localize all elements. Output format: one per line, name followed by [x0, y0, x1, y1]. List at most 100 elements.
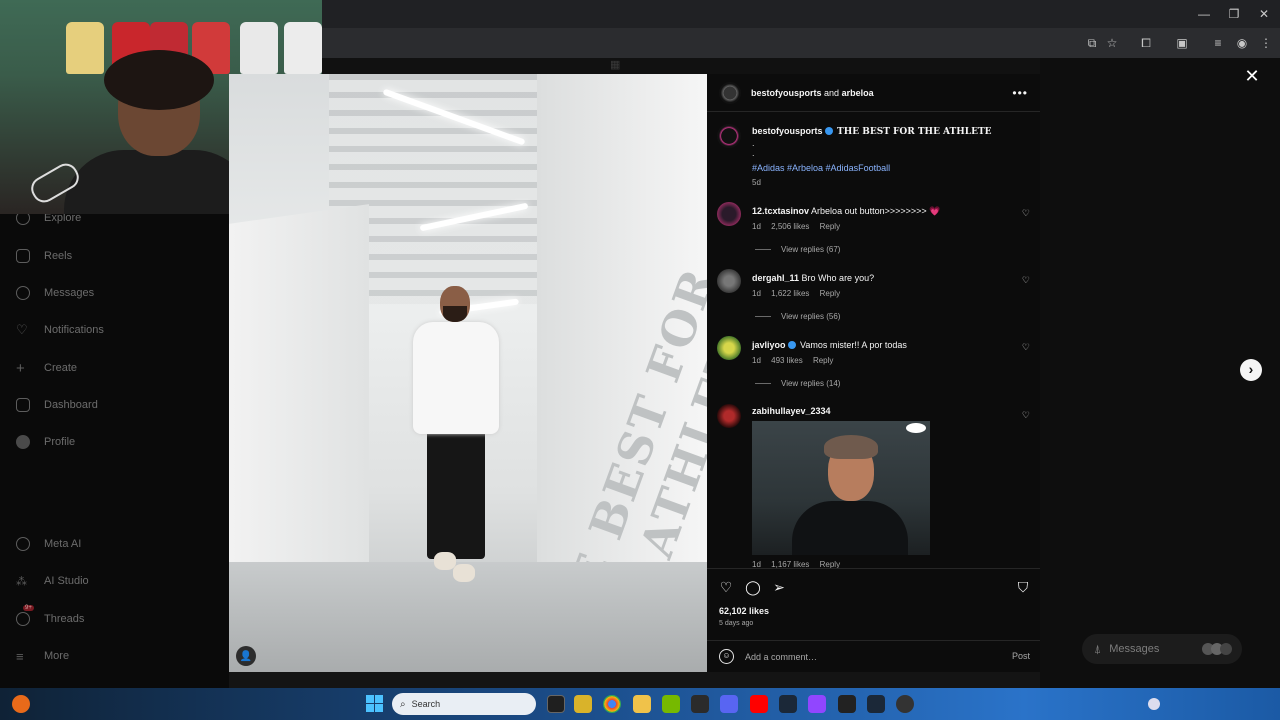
ai-studio-icon: ⁂ — [16, 575, 27, 588]
close-modal-icon[interactable]: ✕ — [1243, 67, 1261, 85]
modal-backdrop-top[interactable]: ▦ — [322, 58, 1040, 74]
next-post-chevron-icon[interactable]: › — [1240, 359, 1262, 381]
gif-person-jacket — [792, 501, 908, 555]
commenter-username[interactable]: 12.tcxtasinov — [752, 206, 809, 216]
like-icon[interactable]: ♡ — [718, 579, 734, 595]
notification-app-icon[interactable] — [12, 695, 30, 713]
nvidia-icon[interactable] — [662, 695, 680, 713]
windows-start-icon[interactable] — [366, 695, 383, 712]
view-replies-label: View replies (56) — [781, 312, 841, 321]
app-icon[interactable] — [808, 695, 826, 713]
epic-games-icon[interactable] — [691, 695, 709, 713]
restore-icon[interactable]: ❐ — [1226, 6, 1242, 22]
comment-icon[interactable]: ◯ — [745, 579, 761, 595]
task-view-icon[interactable] — [547, 695, 565, 713]
caption-dot: . — [752, 138, 755, 148]
close-window-icon[interactable]: ✕ — [1256, 6, 1272, 22]
jersey-decoration — [240, 22, 278, 74]
reply-button[interactable]: Reply — [820, 289, 840, 298]
comments-list[interactable]: bestofyousports THE BEST FOR THE ATHLETE… — [707, 114, 1040, 568]
reply-button[interactable]: Reply — [813, 356, 833, 365]
cloud-icon[interactable] — [1148, 698, 1160, 710]
commenter-username[interactable]: zabihullayev_2334 — [752, 406, 831, 416]
more-options-icon[interactable]: ••• — [1012, 86, 1028, 100]
sidebar-item-label: More — [44, 650, 70, 662]
like-comment-icon[interactable]: ♡ — [1022, 275, 1030, 286]
install-app-icon[interactable]: ⧉ — [1084, 35, 1100, 51]
app-icon[interactable] — [574, 695, 592, 713]
view-replies-button[interactable]: View replies (14) — [755, 379, 840, 388]
author-avatar[interactable] — [719, 82, 741, 104]
caption-username[interactable]: bestofyousports — [752, 126, 823, 136]
sidebar-item-create[interactable]: + Create — [16, 358, 77, 378]
reply-button[interactable]: Reply — [820, 560, 840, 568]
caption-hashtags[interactable]: #Adidas #Arbeloa #AdidasFootball — [752, 163, 890, 173]
author-username[interactable]: bestofyousports — [751, 88, 822, 98]
sidebar-item-profile[interactable]: Profile — [16, 432, 75, 452]
view-replies-button[interactable]: View replies (56) — [755, 312, 840, 321]
sidebar-item-meta-ai[interactable]: Meta AI — [16, 534, 81, 554]
save-bookmark-icon[interactable]: ⛉ — [1015, 579, 1031, 595]
commenter-avatar[interactable] — [717, 404, 741, 428]
chrome-icon[interactable] — [603, 695, 621, 713]
extensions-icon[interactable]: ⧠ — [1138, 35, 1154, 51]
likes-count[interactable]: 62,102 likes — [719, 606, 769, 616]
minimize-icon[interactable]: — — [1196, 6, 1212, 22]
sidebar-item-notifications[interactable]: ♡ Notifications — [16, 320, 104, 340]
post-photo[interactable]: THE BEST FOR THE ATHLETE 👤 — [229, 74, 707, 672]
player-pants — [427, 429, 485, 559]
view-replies-button[interactable]: View replies (67) — [755, 245, 840, 254]
like-comment-icon[interactable]: ♡ — [1022, 410, 1030, 421]
grid-icon: ▦ — [610, 59, 621, 71]
modal-backdrop-bottom[interactable] — [229, 672, 1040, 688]
app-icon[interactable] — [867, 695, 885, 713]
comment-meta: 1d 493 likes Reply — [752, 356, 841, 365]
steam-icon[interactable] — [779, 695, 797, 713]
side-panel-icon[interactable]: ▣ — [1174, 35, 1190, 51]
app-icon[interactable] — [896, 695, 914, 713]
sidebar-item-threads[interactable]: 9+ Threads — [16, 605, 84, 629]
file-explorer-icon[interactable] — [633, 695, 651, 713]
sidebar-item-messages[interactable]: Messages — [16, 283, 94, 303]
profile-icon[interactable]: ◉ — [1234, 35, 1250, 51]
reels-icon — [16, 249, 30, 263]
share-icon[interactable]: ➢ — [771, 579, 787, 595]
browser-menu-icon[interactable]: ⋮ — [1258, 35, 1274, 51]
taskbar-search[interactable]: ⌕ Search — [392, 693, 536, 715]
bookmark-star-icon[interactable]: ☆ — [1104, 35, 1120, 51]
comment-time: 1d — [752, 289, 761, 298]
messages-floating-button[interactable]: ⍋ Messages — [1082, 634, 1242, 664]
discord-icon[interactable] — [720, 695, 738, 713]
sidebar-item-ai-studio[interactable]: ⁂ AI Studio — [16, 571, 89, 591]
like-comment-icon[interactable]: ♡ — [1022, 342, 1030, 353]
comment-likes[interactable]: 2,506 likes — [771, 222, 809, 231]
commenter-avatar[interactable] — [717, 269, 741, 293]
commenter-username[interactable]: dergahl_11 — [752, 273, 799, 283]
reply-button[interactable]: Reply — [820, 222, 840, 231]
sidebar-item-reels[interactable]: Reels — [16, 246, 72, 266]
sidebar-item-more[interactable]: ≡ More — [16, 646, 69, 666]
message-avatars — [1202, 643, 1232, 655]
author-avatar[interactable] — [717, 124, 741, 148]
comment-likes[interactable]: 1,167 likes — [771, 560, 809, 568]
collab-username[interactable]: arbeloa — [842, 88, 874, 98]
app-icon[interactable] — [838, 695, 856, 713]
stadium-light — [906, 423, 926, 433]
taskbar-search-label: Search — [411, 699, 441, 709]
youtube-icon[interactable] — [750, 695, 768, 713]
view-replies-label: View replies (14) — [781, 379, 841, 388]
like-comment-icon[interactable]: ♡ — [1022, 208, 1030, 219]
media-icon[interactable]: ≡ — [1210, 35, 1226, 51]
threads-icon: 9+ — [16, 605, 34, 626]
sidebar-item-dashboard[interactable]: Dashboard — [16, 395, 98, 415]
emoji-icon[interactable]: ☺ — [719, 649, 734, 664]
commenter-avatar[interactable] — [717, 202, 741, 226]
post-comment-button[interactable]: Post — [1012, 651, 1030, 661]
tagged-users-icon[interactable]: 👤 — [236, 646, 256, 666]
comment-likes[interactable]: 1,622 likes — [771, 289, 809, 298]
comment-likes[interactable]: 493 likes — [771, 356, 803, 365]
commenter-avatar[interactable] — [717, 336, 741, 360]
comment-input[interactable] — [745, 649, 975, 665]
commenter-username[interactable]: javliyoo — [752, 340, 786, 350]
comment-gif[interactable] — [752, 421, 930, 555]
